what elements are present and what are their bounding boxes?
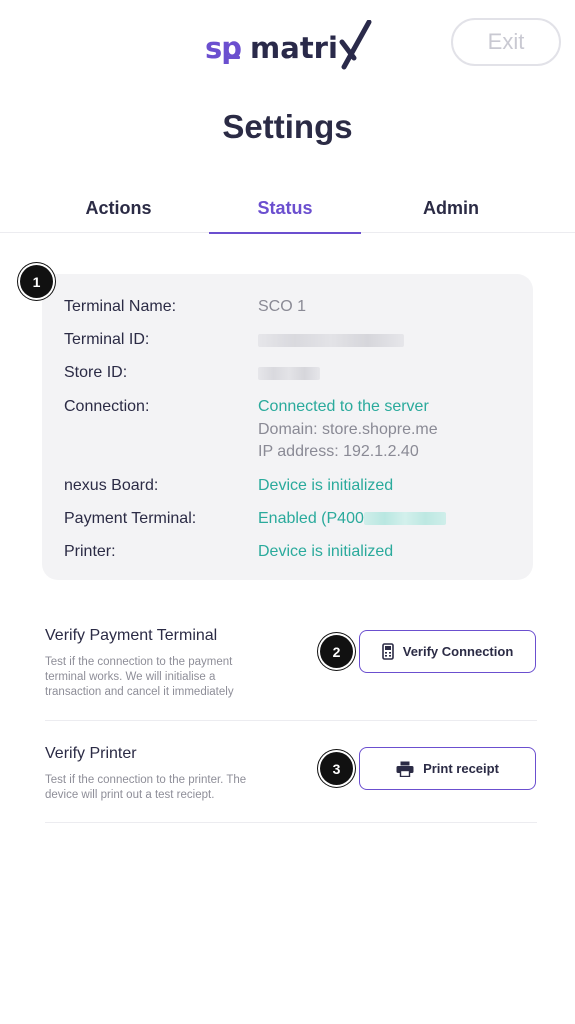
terminal-id-value-redacted <box>258 334 404 352</box>
connection-status: Connected to the server <box>258 398 429 415</box>
step-marker-1: 1 <box>20 265 53 298</box>
connection-ip: IP address: 192.1.2.40 <box>258 443 419 460</box>
verify-payment-desc-line: Test if the connection to the payment <box>45 656 233 668</box>
connection-domain: Domain: store.shopre.me <box>258 421 438 438</box>
payment-terminal-value: Enabled (P400 <box>258 510 446 528</box>
verify-payment-desc-line: transaction and cancel it immediately <box>45 686 234 698</box>
printer-icon <box>396 761 414 777</box>
verify-connection-label: Verify Connection <box>402 644 514 659</box>
step-marker-2: 2 <box>320 635 353 668</box>
card-terminal-icon <box>381 643 394 660</box>
step-marker-3: 3 <box>320 752 353 785</box>
payment-terminal-value-text: Enabled (P400 <box>258 510 364 527</box>
verify-printer-desc-line: device will print out a test reciept. <box>45 789 215 801</box>
section-divider <box>45 822 537 823</box>
store-id-label: Store ID: <box>64 364 128 381</box>
store-id-value-redacted <box>258 367 320 385</box>
verify-payment-title: Verify Payment Terminal <box>45 627 218 644</box>
verify-printer-desc-line: Test if the connection to the printer. T… <box>45 774 247 786</box>
section-divider <box>45 720 537 721</box>
verify-connection-button[interactable]: Verify Connection <box>359 630 536 673</box>
logo-sp-text: sp <box>205 31 242 65</box>
tab-admin[interactable]: Admin <box>375 186 527 232</box>
nexus-board-label: nexus Board: <box>64 477 159 494</box>
verify-payment-desc-line: terminal works. We will initialise a <box>45 671 216 683</box>
nexus-board-value: Device is initialized <box>258 477 394 494</box>
exit-button[interactable]: Exit <box>451 18 561 66</box>
logo-x-mark-icon <box>338 19 372 70</box>
payment-terminal-label: Payment Terminal: <box>64 510 197 527</box>
print-receipt-label: Print receipt <box>423 761 499 776</box>
app-logo: sp matri <box>205 18 372 70</box>
tab-status[interactable]: Status <box>209 186 361 234</box>
page-title: Settings <box>222 108 353 145</box>
verify-printer-description: Test if the connection to the printer. T… <box>45 773 246 803</box>
printer-label: Printer: <box>64 543 116 560</box>
terminal-id-label: Terminal ID: <box>64 331 150 348</box>
logo-matrix-text: matri <box>250 31 338 65</box>
logo-underline <box>228 56 240 59</box>
connection-label: Connection: <box>64 398 150 415</box>
terminal-name-label: Terminal Name: <box>64 298 177 315</box>
terminal-name-value: SCO 1 <box>258 298 307 315</box>
verify-printer-title: Verify Printer <box>45 745 137 762</box>
verify-payment-description: Test if the connection to the payment te… <box>45 655 234 700</box>
printer-value: Device is initialized <box>258 543 394 560</box>
tab-actions[interactable]: Actions <box>42 186 195 232</box>
print-receipt-button[interactable]: Print receipt <box>359 747 536 790</box>
settings-tabs: Actions Status Admin <box>0 186 575 234</box>
payment-terminal-redacted <box>363 512 446 526</box>
